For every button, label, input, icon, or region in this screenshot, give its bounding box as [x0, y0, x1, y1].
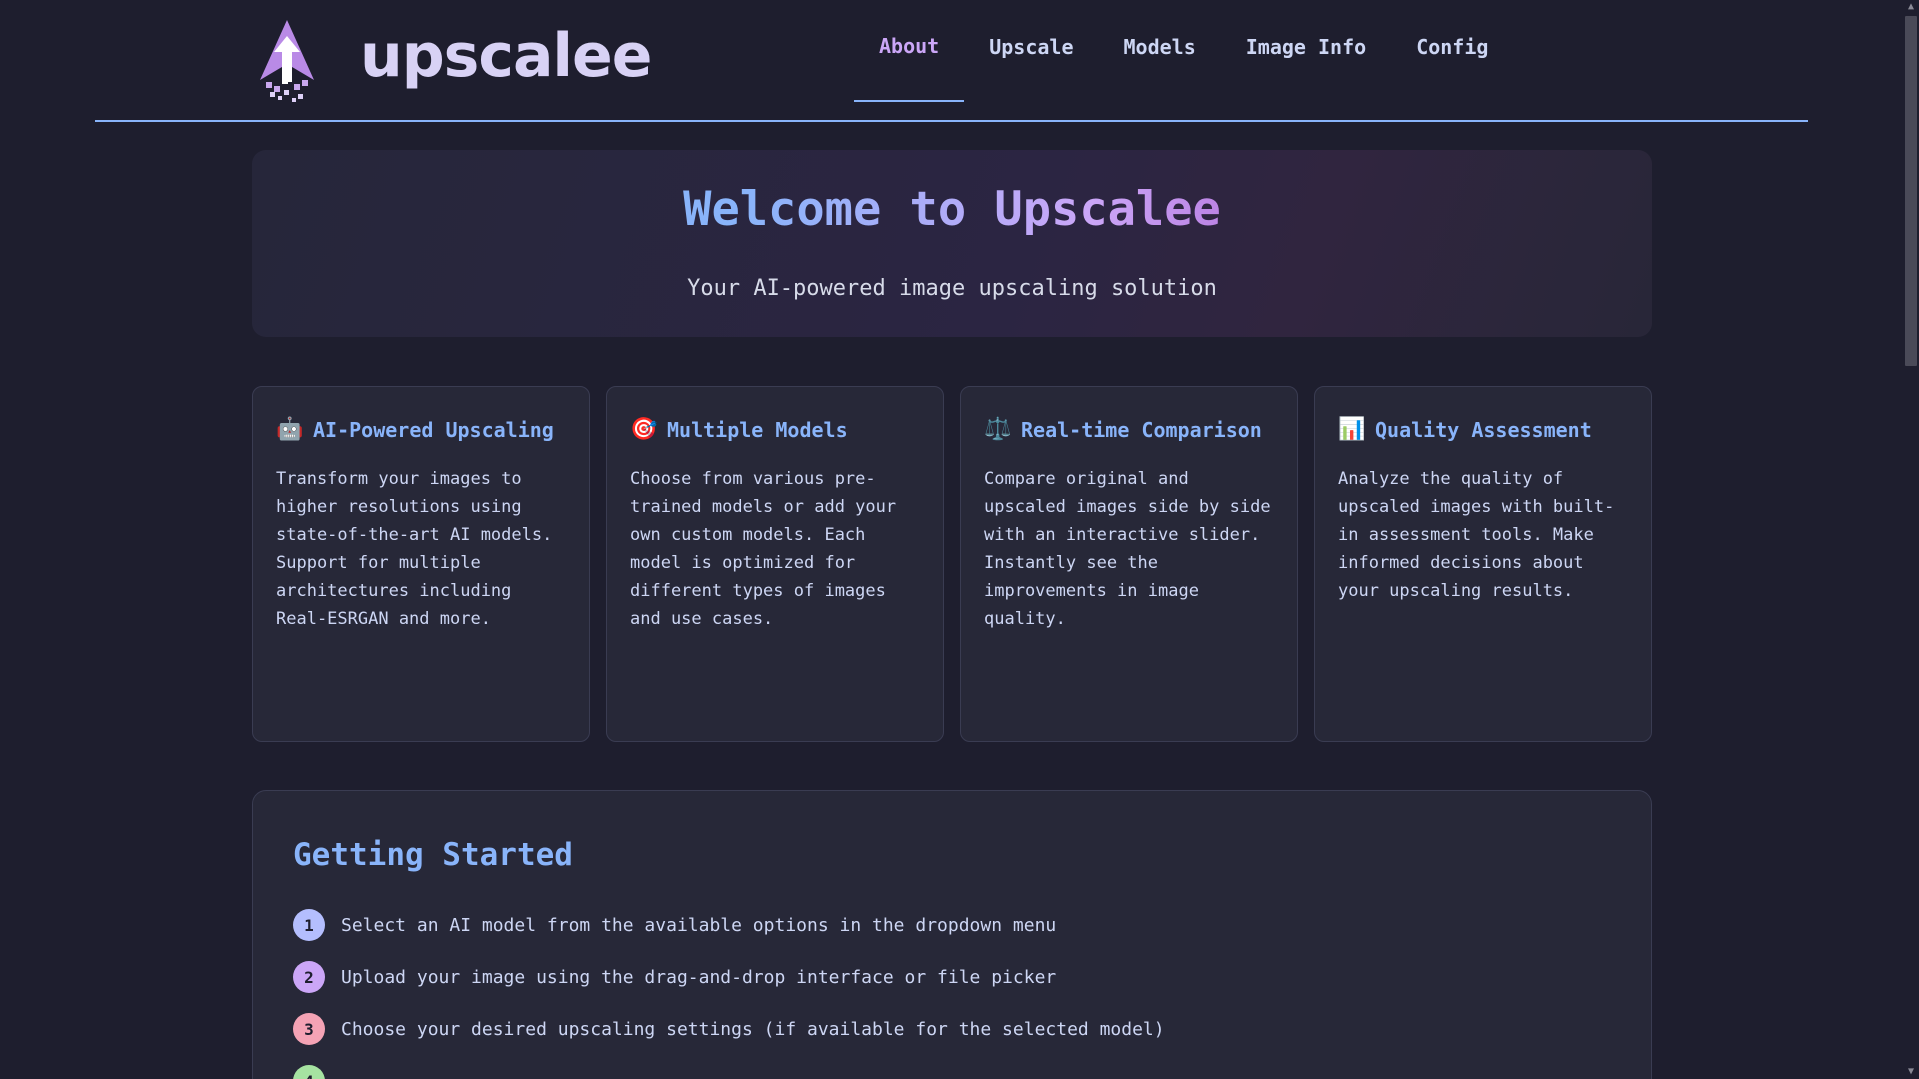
nav-label: Config: [1416, 35, 1489, 59]
hero-subtitle: Your AI-powered image upscaling solution: [687, 276, 1217, 301]
bar-chart-icon: 📊: [1338, 417, 1366, 442]
nav-label: Models: [1123, 35, 1196, 59]
feature-card-comparison: ⚖️ Real-time Comparison Compare original…: [960, 386, 1298, 742]
steps-list: 1 Select an AI model from the available …: [293, 899, 1611, 1079]
section-title: Getting Started: [293, 837, 573, 873]
nav-tab-about[interactable]: About: [854, 0, 965, 102]
feature-card-ai-powered: 🤖 AI-Powered Upscaling Transform your im…: [252, 386, 590, 742]
step-item: 3 Choose your desired upscaling settings…: [293, 1003, 1611, 1055]
step-text: Upload your image using the drag-and-dro…: [341, 966, 1057, 988]
nav-label: Upscale: [989, 35, 1074, 59]
feature-title: Multiple Models: [667, 418, 848, 442]
step-number-badge: 2: [293, 961, 325, 993]
feature-title: AI-Powered Upscaling: [313, 418, 554, 442]
nav-tab-image-info[interactable]: Image Info: [1221, 0, 1391, 102]
nav-label: About: [879, 34, 940, 58]
page-scrollbar[interactable]: ▲ ▼: [1903, 0, 1919, 1079]
feature-description: Analyze the quality of upscaled images w…: [1338, 469, 1615, 601]
feature-title: Real-time Comparison: [1021, 418, 1262, 442]
step-number-badge: 3: [293, 1013, 325, 1045]
nav-label: Image Info: [1245, 35, 1367, 59]
scroll-down-arrow-icon[interactable]: ▼: [1903, 1065, 1919, 1079]
robot-icon: 🤖: [276, 417, 304, 442]
nav-tab-upscale[interactable]: Upscale: [964, 0, 1098, 102]
feature-card-multiple-models: 🎯 Multiple Models Choose from various pr…: [606, 386, 944, 742]
balance-scale-icon: ⚖️: [984, 417, 1012, 442]
feature-card-quality: 📊 Quality Assessment Analyze the quality…: [1314, 386, 1652, 742]
hero-title: Welcome to Upscalee: [252, 182, 1652, 237]
main-nav: About Upscale Models Image Info Config: [854, 0, 1513, 102]
target-icon: 🎯: [630, 417, 658, 442]
hero-banner: Welcome to Upscalee Your AI-powered imag…: [252, 150, 1652, 337]
getting-started-section: Getting Started 1 Select an AI model fro…: [252, 790, 1652, 1079]
feature-description: Compare original and upscaled images sid…: [984, 469, 1271, 629]
app-logo[interactable]: upscalee: [252, 18, 652, 102]
step-item: 1 Select an AI model from the available …: [293, 899, 1611, 951]
feature-title: Quality Assessment: [1375, 418, 1592, 442]
step-number-badge: 1: [293, 909, 325, 941]
nav-tab-models[interactable]: Models: [1099, 0, 1221, 102]
scroll-up-arrow-icon[interactable]: ▲: [1903, 0, 1919, 14]
feature-description: Choose from various pre-trained models o…: [630, 469, 897, 629]
scroll-thumb[interactable]: [1905, 16, 1917, 366]
step-text: Choose your desired upscaling settings (…: [341, 1018, 1165, 1040]
step-item: 2 Upload your image using the drag-and-d…: [293, 951, 1611, 1003]
step-item: 4: [293, 1055, 1611, 1079]
upscalee-logo-icon: [260, 20, 314, 102]
nav-tab-config[interactable]: Config: [1391, 0, 1513, 102]
top-header: upscalee About Upscale Models Image Info…: [95, 0, 1808, 122]
step-text: Select an AI model from the available op…: [341, 914, 1057, 936]
step-number-badge: 4: [293, 1065, 325, 1079]
logo-text: upscalee: [360, 21, 652, 91]
feature-description: Transform your images to higher resoluti…: [276, 469, 553, 629]
